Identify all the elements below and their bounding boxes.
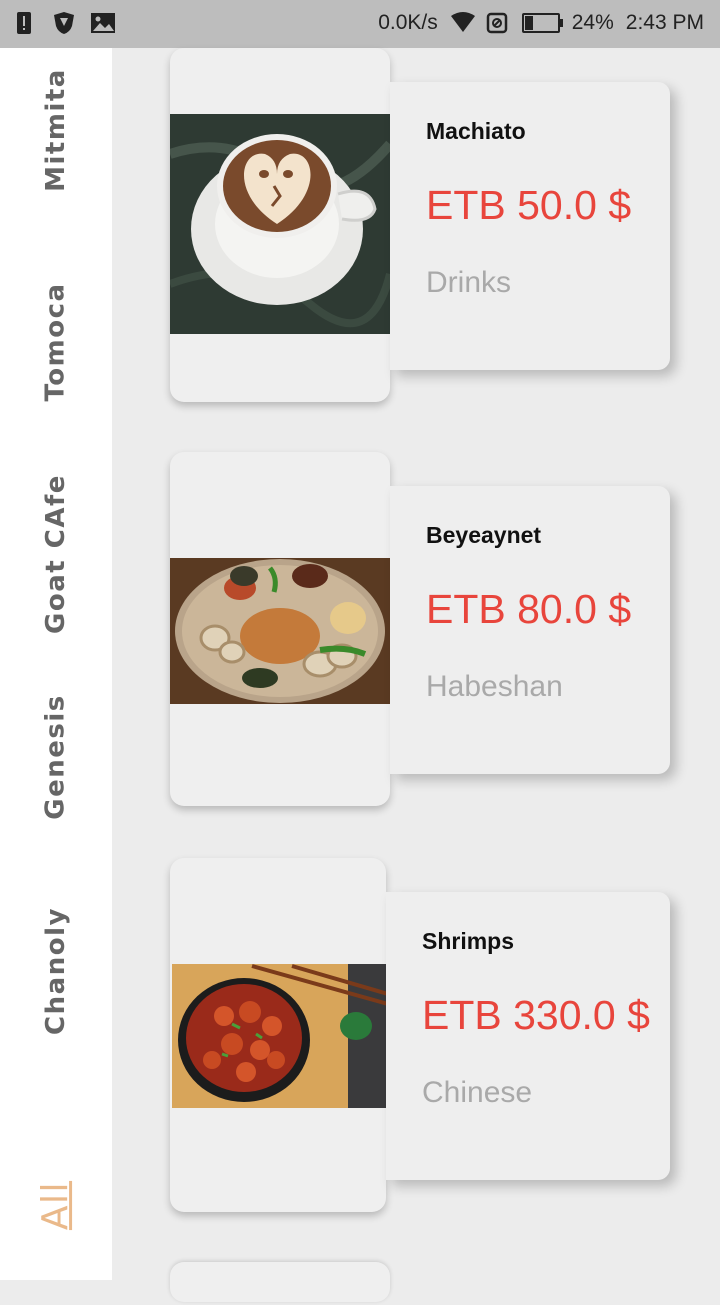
- coffee-image: [170, 114, 390, 334]
- item-name: Shrimps: [422, 928, 515, 954]
- do-not-disturb-icon: [486, 10, 510, 36]
- item-info-card: Beyeaynet ETB 80.0 $ Habeshan: [390, 486, 670, 774]
- sidebar-item-label: Mitmita: [41, 68, 72, 192]
- item-image-card: [170, 48, 390, 402]
- sidebar-item-all[interactable]: All: [0, 1105, 112, 1305]
- shrimp-bowl-image: [172, 964, 386, 1108]
- item-price: ETB 330.0 $: [422, 992, 650, 1038]
- sidebar-item-genesis[interactable]: Genesis: [0, 657, 112, 857]
- item-name: Beyeaynet: [426, 522, 542, 548]
- injera-platter-image: [170, 558, 390, 704]
- item-category: Chinese: [422, 1076, 533, 1109]
- item-name: Machiato: [426, 118, 526, 144]
- wifi-icon: [450, 10, 475, 36]
- item-image-card: [170, 452, 390, 806]
- menu-item-card[interactable]: Shrimps ETB 330.0 $ Chinese: [170, 858, 670, 1218]
- item-price: ETB 80.0 $: [426, 586, 632, 632]
- item-image-card: [170, 858, 386, 1212]
- sidebar-item-label: Tomoca: [41, 282, 71, 402]
- clock: 2:43 PM: [625, 11, 704, 34]
- sidebar-item-mitmita[interactable]: Mitmita: [0, 30, 112, 230]
- sidebar-item-label: Chanoly: [41, 907, 71, 1035]
- sidebar-item-chanoly[interactable]: Chanoly: [0, 871, 112, 1071]
- menu-item-card[interactable]: Machiato ETB 50.0 $ Drinks: [170, 48, 670, 408]
- item-info-card: Shrimps ETB 330.0 $ Chinese: [386, 892, 670, 1180]
- battery-level: [524, 16, 533, 30]
- battery-icon: [521, 13, 563, 33]
- menu-item-card[interactable]: Beyeaynet ETB 80.0 $ Habeshan: [170, 452, 670, 812]
- item-category: Habeshan: [426, 670, 563, 703]
- item-info-card: Machiato ETB 50.0 $ Drinks: [390, 82, 670, 370]
- sidebar-item-label: Goat CAfe: [41, 474, 72, 634]
- item-category: Drinks: [426, 266, 512, 299]
- network-speed: 0.0K/s: [378, 11, 438, 34]
- sidebar-item-label: All: [35, 1180, 77, 1230]
- sidebar-item-tomoca[interactable]: Tomoca: [0, 242, 112, 442]
- item-price: ETB 50.0 $: [426, 182, 632, 228]
- sidebar-item-goat-cafe[interactable]: Goat CAfe: [0, 454, 112, 654]
- category-sidebar: Mitmita Tomoca Goat CAfe Genesis Chanoly…: [0, 48, 112, 1280]
- sidebar-item-label: Genesis: [41, 694, 72, 820]
- menu-item-card-partial[interactable]: [170, 1262, 390, 1302]
- battery-percent: 24%: [571, 11, 614, 34]
